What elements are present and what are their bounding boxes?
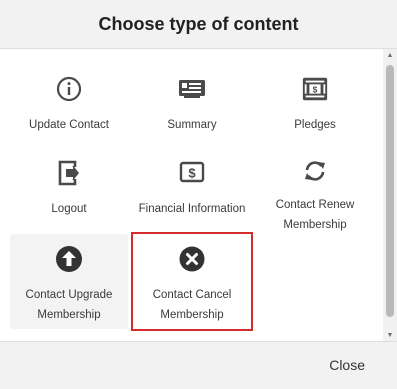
- arrow-up-circle-icon: [55, 245, 83, 273]
- vertical-scrollbar[interactable]: ▲ ▼: [383, 49, 397, 341]
- scroll-up-arrow-icon[interactable]: ▲: [383, 49, 397, 61]
- tile-label: Logout: [51, 203, 87, 215]
- scroll-down-arrow-icon[interactable]: ▼: [383, 329, 397, 341]
- tile-update-contact[interactable]: Update Contact: [10, 64, 128, 148]
- dialog-title: Choose type of content: [98, 13, 299, 34]
- tile-contact-cancel-membership[interactable]: Contact Cancel Membership: [131, 232, 253, 331]
- tile-summary[interactable]: Summary: [133, 64, 251, 148]
- tile-financial-information[interactable]: $ Financial Information: [133, 148, 251, 232]
- tile-label: Summary: [167, 119, 217, 131]
- id-card-icon: [178, 75, 206, 103]
- tile-label: Financial Information: [138, 203, 246, 215]
- dollar-card-icon: $: [178, 159, 206, 187]
- x-circle-icon: [178, 245, 206, 273]
- info-circle-icon: [55, 75, 83, 103]
- tile-contact-renew-membership[interactable]: Contact Renew Membership: [256, 148, 374, 232]
- tile-label: Contact Cancel Membership: [152, 289, 232, 321]
- close-button[interactable]: Close: [329, 357, 365, 373]
- tile-contact-upgrade-membership[interactable]: Contact Upgrade Membership: [10, 234, 128, 329]
- tile-pledges[interactable]: $ Pledges: [256, 64, 374, 148]
- content-type-grid: Update Contact Summary $ Pledges Logout …: [10, 49, 380, 331]
- svg-text:$: $: [188, 166, 196, 181]
- tile-label: Update Contact: [29, 119, 109, 131]
- dialog-footer: Close: [0, 341, 397, 389]
- tile-label: Pledges: [294, 119, 336, 131]
- logout-door-icon: [55, 159, 83, 187]
- tile-label: Contact Upgrade Membership: [25, 289, 113, 321]
- dialog-header: Choose type of content: [0, 0, 397, 49]
- scrollbar-thumb[interactable]: [386, 65, 394, 317]
- tile-logout[interactable]: Logout: [10, 148, 128, 232]
- tile-label: Contact Renew Membership: [275, 199, 355, 231]
- cash-stack-icon: $: [301, 75, 329, 103]
- content-type-list: Update Contact Summary $ Pledges Logout …: [0, 49, 397, 341]
- svg-text:$: $: [313, 84, 318, 94]
- refresh-icon: [301, 159, 329, 183]
- choose-content-dialog: Choose type of content Update Contact Su…: [0, 0, 397, 389]
